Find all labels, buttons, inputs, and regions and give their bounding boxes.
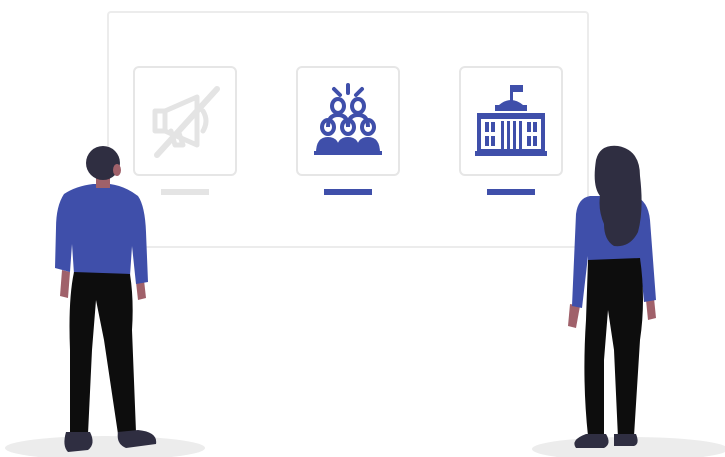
illustration-scene	[0, 0, 725, 457]
woman-right-shoe	[614, 434, 638, 446]
woman-left-hand	[568, 304, 580, 328]
woman-pants	[584, 258, 643, 438]
woman-left-shoe	[574, 434, 609, 448]
woman-person	[568, 145, 656, 448]
